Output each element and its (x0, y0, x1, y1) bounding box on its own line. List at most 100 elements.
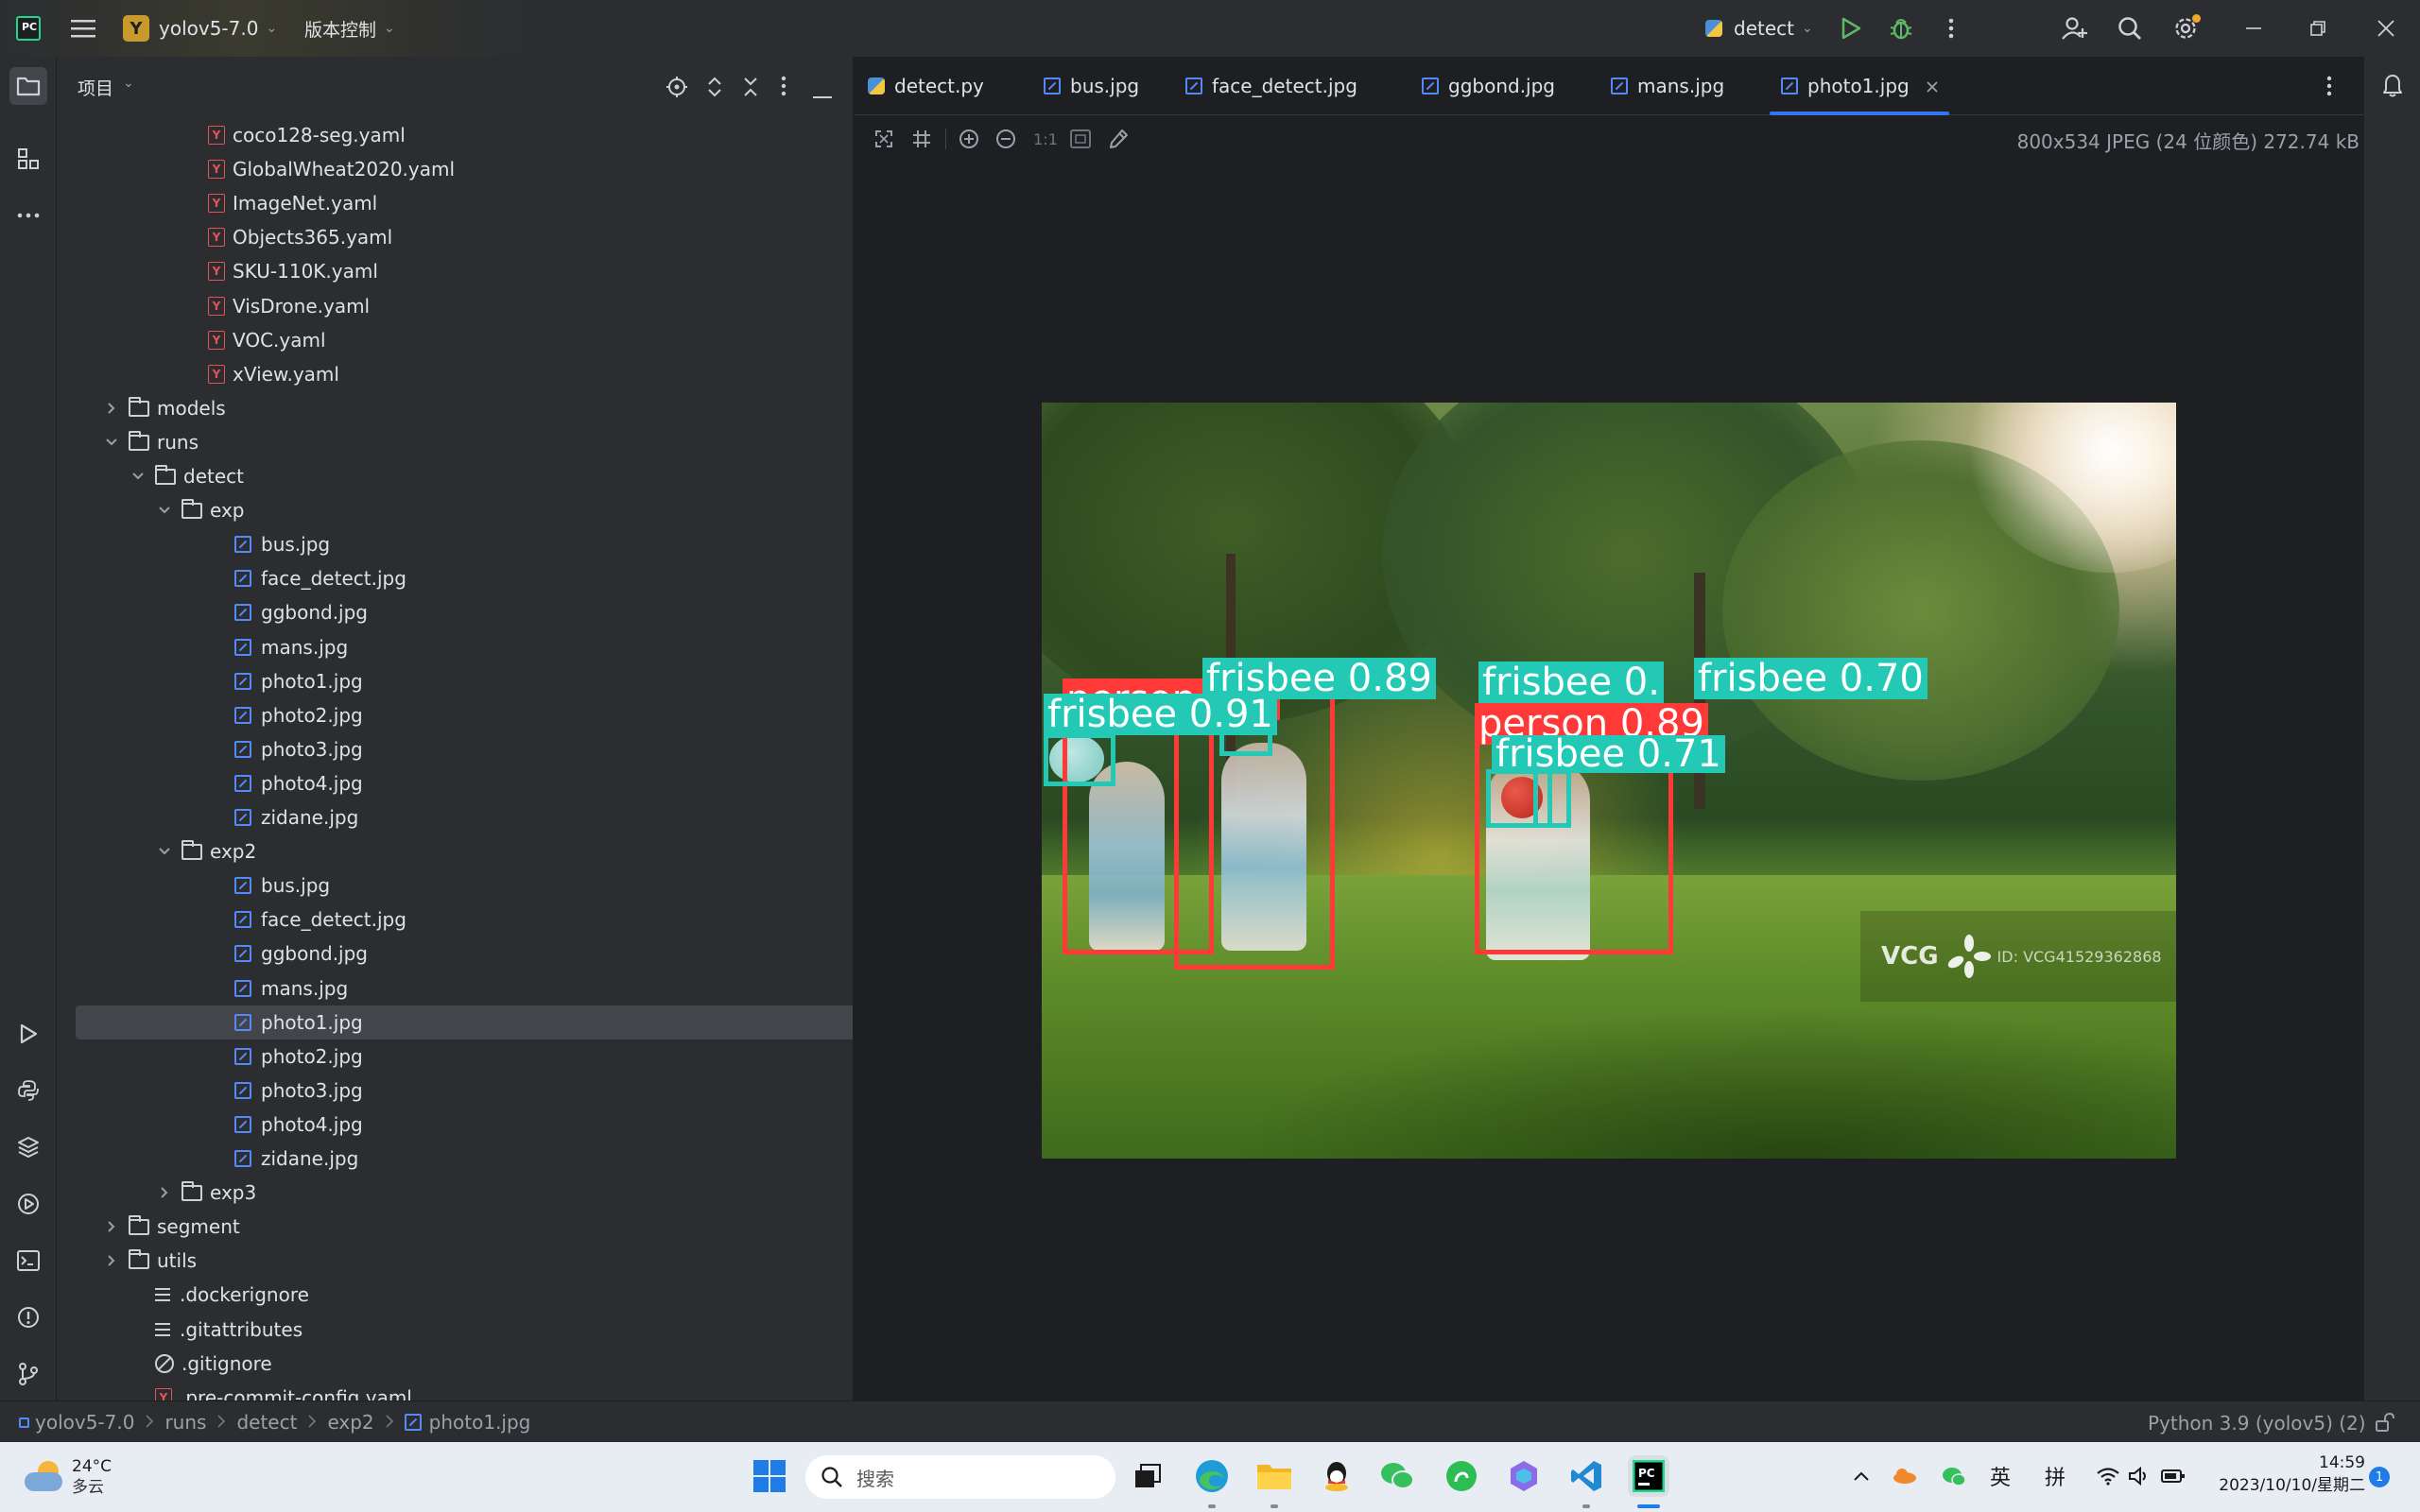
tree-item[interactable]: mans.jpg (76, 630, 853, 664)
tree-item[interactable]: ggbond.jpg (76, 936, 853, 971)
chevron-down-icon[interactable] (129, 467, 147, 486)
tree-item[interactable]: ggbond.jpg (76, 595, 853, 629)
python-console-icon[interactable] (9, 1072, 47, 1109)
tree-item[interactable]: .gitignore (76, 1347, 853, 1381)
tree-item[interactable]: utils (76, 1244, 853, 1278)
editor-tab[interactable]: face_detect.jpg (1185, 57, 1357, 115)
weather-widget[interactable]: 24°C 多云 (25, 1453, 112, 1501)
python-packages-icon[interactable] (9, 1128, 47, 1166)
tree-item[interactable]: photo4.jpg (76, 1108, 853, 1142)
breadcrumb-item[interactable]: runs (164, 1411, 206, 1434)
editor-tab[interactable]: photo1.jpg (1770, 57, 1949, 115)
tree-item[interactable]: bus.jpg (76, 868, 853, 902)
services-icon[interactable] (9, 1185, 47, 1223)
tree-item[interactable]: photo1.jpg (76, 664, 853, 698)
tree-item[interactable]: photo2.jpg (76, 698, 853, 732)
vcs-menu[interactable]: 版本控制 ⌄ (304, 13, 395, 43)
tree-item[interactable]: face_detect.jpg (76, 561, 853, 595)
tree-item[interactable]: detect (76, 459, 853, 493)
run-tool-icon[interactable] (9, 1015, 47, 1053)
run-config-selector[interactable]: detect ⌄ (1705, 13, 1813, 43)
windows-start-icon[interactable] (749, 1455, 790, 1497)
settings-gear-icon[interactable] (2169, 11, 2203, 45)
fit-to-window-icon[interactable] (870, 125, 898, 153)
zoom-in-icon[interactable] (955, 125, 983, 153)
tree-item[interactable]: Y GlobalWheat2020.yaml (76, 152, 853, 186)
debug-icon[interactable] (1886, 13, 1916, 43)
notification-badge[interactable]: 1 (2369, 1467, 2390, 1487)
music-app-icon[interactable] (1441, 1455, 1482, 1497)
volume-icon[interactable] (2123, 1455, 2155, 1497)
close-tab-icon[interactable] (1927, 75, 1938, 97)
battery-icon[interactable] (2157, 1455, 2189, 1497)
interpreter-status[interactable]: Python 3.9 (yolov5) (2) (2148, 1412, 2366, 1435)
ime-mode-indicator[interactable]: 拼 (2036, 1455, 2074, 1497)
edge-browser-icon[interactable] (1191, 1455, 1233, 1497)
tree-item[interactable]: photo3.jpg (76, 732, 853, 766)
tree-item[interactable]: zidane.jpg (76, 800, 853, 834)
tree-item[interactable]: .dockerignore (76, 1278, 853, 1312)
editor-tab[interactable]: detect.py (868, 57, 984, 115)
chevron-down-icon[interactable] (155, 842, 174, 861)
zoom-out-icon[interactable] (992, 125, 1020, 153)
tree-item[interactable]: bus.jpg (76, 527, 853, 561)
tree-item[interactable]: segment (76, 1210, 853, 1244)
tree-item[interactable]: zidane.jpg (76, 1142, 853, 1176)
run-icon[interactable] (1836, 13, 1866, 43)
qq-icon[interactable] (1316, 1455, 1357, 1497)
breadcrumb-item[interactable]: photo1.jpg (429, 1411, 531, 1434)
tree-item[interactable]: Y Objects365.yaml (76, 220, 853, 254)
cloud-tray-icon[interactable] (1889, 1455, 1921, 1497)
chevron-right-icon[interactable] (102, 1251, 121, 1270)
chevron-right-icon[interactable] (155, 1183, 174, 1202)
tree-item[interactable]: YxView.yaml (76, 357, 853, 391)
chevron-right-icon[interactable] (102, 1217, 121, 1236)
pycharm-logo-icon[interactable]: PC (16, 16, 41, 41)
tree-item[interactable]: Y ImageNet.yaml (76, 186, 853, 220)
restore-icon[interactable] (2303, 13, 2333, 43)
editor-tab[interactable]: bus.jpg (1044, 57, 1139, 115)
chevron-down-icon[interactable]: ⌄ (123, 76, 134, 91)
actual-size-button[interactable]: 1:1 (1028, 125, 1063, 153)
project-tool-icon[interactable] (9, 67, 47, 105)
wechat-icon[interactable] (1376, 1455, 1418, 1497)
add-user-icon[interactable] (2059, 13, 2091, 43)
chevron-down-icon[interactable] (155, 501, 174, 520)
locate-file-icon[interactable] (666, 76, 688, 102)
hide-panel-icon[interactable] (813, 85, 832, 103)
ime-language-indicator[interactable]: 英 (1981, 1455, 2019, 1497)
tree-item[interactable]: Y SKU-110K.yaml (76, 254, 853, 288)
project-panel-title[interactable]: 项目 (78, 75, 113, 100)
tree-item[interactable]: photo4.jpg (76, 766, 853, 800)
editor-tab[interactable]: mans.jpg (1611, 57, 1724, 115)
tree-item[interactable]: runs (76, 425, 853, 459)
terminal-icon[interactable] (9, 1242, 47, 1280)
tree-item[interactable]: exp (76, 493, 853, 527)
tree-item[interactable]: Y VOC.yaml (76, 323, 853, 357)
background-toggle-icon[interactable] (1066, 125, 1095, 153)
chevron-right-icon[interactable] (102, 399, 121, 418)
tree-item[interactable]: photo1.jpg (76, 1005, 853, 1040)
taskbar-search-box[interactable]: 搜索 (805, 1455, 1115, 1499)
clock[interactable]: 14:59 2023/10/10/星期二 (2204, 1452, 2365, 1497)
tree-item[interactable]: models (76, 391, 853, 425)
more-actions-icon[interactable] (1936, 13, 1966, 43)
tree-item[interactable]: Ycoco128-seg.yaml (76, 118, 853, 152)
search-icon[interactable] (2114, 13, 2146, 43)
grid-toggle-icon[interactable] (908, 125, 936, 153)
tree-item[interactable]: exp3 (76, 1176, 853, 1210)
structure-tool-icon[interactable] (9, 140, 47, 178)
tree-item[interactable]: photo3.jpg (76, 1074, 853, 1108)
breadcrumb-item[interactable]: exp2 (327, 1411, 373, 1434)
show-hidden-icons-chevron[interactable] (1845, 1455, 1877, 1497)
panel-options-icon[interactable] (781, 76, 786, 100)
wechat-tray-icon[interactable] (1938, 1455, 1970, 1497)
read-only-toggle-icon[interactable] (2375, 1412, 2395, 1436)
copilot-icon[interactable] (1503, 1455, 1545, 1497)
notifications-bell-icon[interactable] (2374, 66, 2411, 104)
chevron-down-icon[interactable] (102, 433, 121, 452)
project-switcher[interactable]: Y yolov5-7.0 ⌄ (123, 13, 277, 43)
tree-item[interactable]: photo2.jpg (76, 1040, 853, 1074)
more-tools-icon[interactable] (9, 197, 47, 234)
tree-item[interactable]: Y VisDrone.yaml (76, 289, 853, 323)
